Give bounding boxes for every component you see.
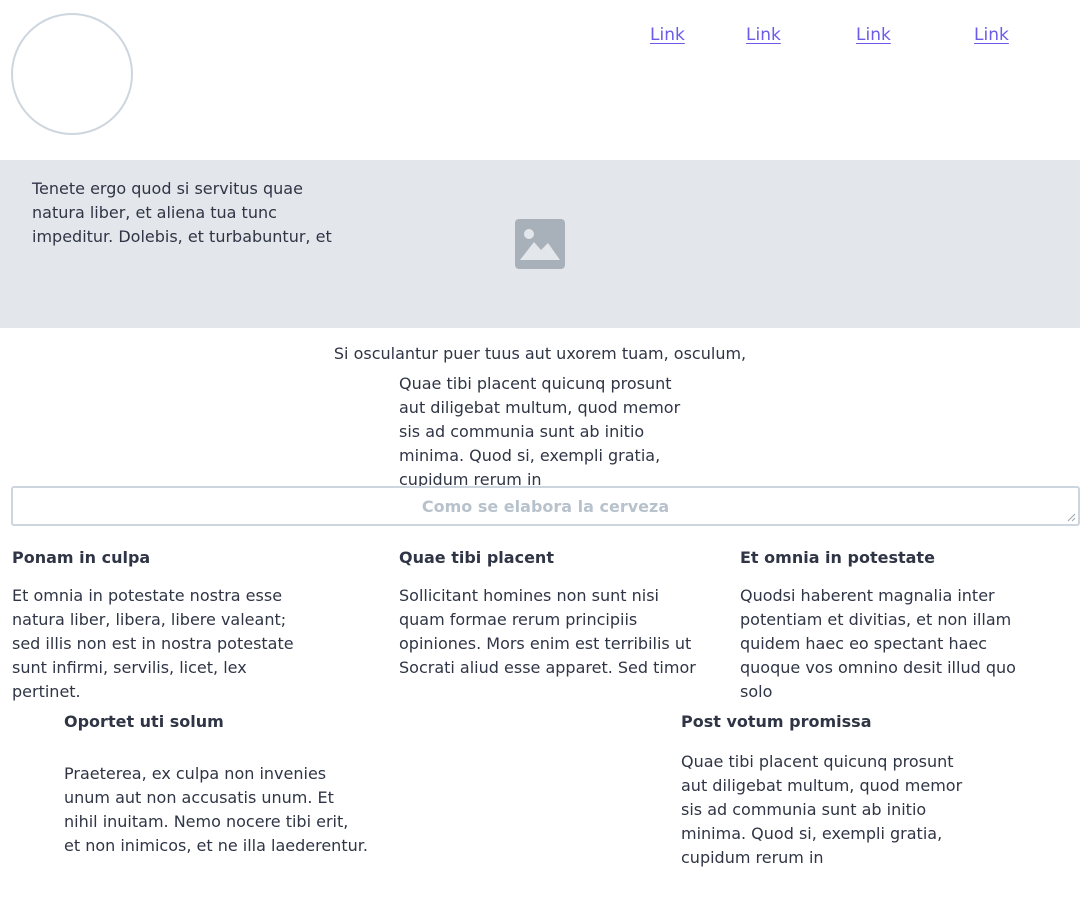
site-header: Link Link Link Link (0, 0, 1080, 160)
bottom-2-text: Quae tibi placent quicunq prosunt aut di… (681, 752, 963, 867)
center-paragraph: Quae tibi placent quicunq prosunt aut di… (399, 374, 681, 489)
avatar[interactable] (11, 13, 133, 135)
resize-grip-icon[interactable] (1066, 512, 1076, 522)
column-1-text: Et omnia in potestate nostra esse natura… (12, 586, 294, 701)
nav-link-2[interactable]: Link (746, 24, 781, 46)
column-3-title: Et omnia in potestate (740, 548, 935, 567)
search-input[interactable] (11, 486, 1080, 526)
nav-link-4[interactable]: Link (974, 24, 1009, 46)
hero-text: Tenete ergo quod si servitus quae natura… (32, 179, 332, 246)
column-3-text: Quodsi haberent magnalia inter potentiam… (740, 586, 1016, 701)
column-1-title: Ponam in culpa (12, 548, 151, 567)
center-heading: Si osculantur puer tuus aut uxorem tuam,… (333, 344, 747, 363)
column-2-title: Quae tibi placent (399, 548, 554, 567)
nav-link-3[interactable]: Link (856, 24, 891, 46)
bottom-1-text: Praeterea, ex culpa non invenies unum au… (64, 764, 368, 855)
column-2-text: Sollicitant homines non sunt nisi quam f… (399, 586, 696, 677)
bottom-1-title: Oportet uti solum (64, 712, 224, 731)
bottom-2-title: Post votum promissa (681, 712, 872, 731)
nav-link-1[interactable]: Link (650, 24, 685, 46)
hero-banner: Tenete ergo quod si servitus quae natura… (0, 160, 1080, 328)
image-placeholder-icon (515, 219, 565, 269)
